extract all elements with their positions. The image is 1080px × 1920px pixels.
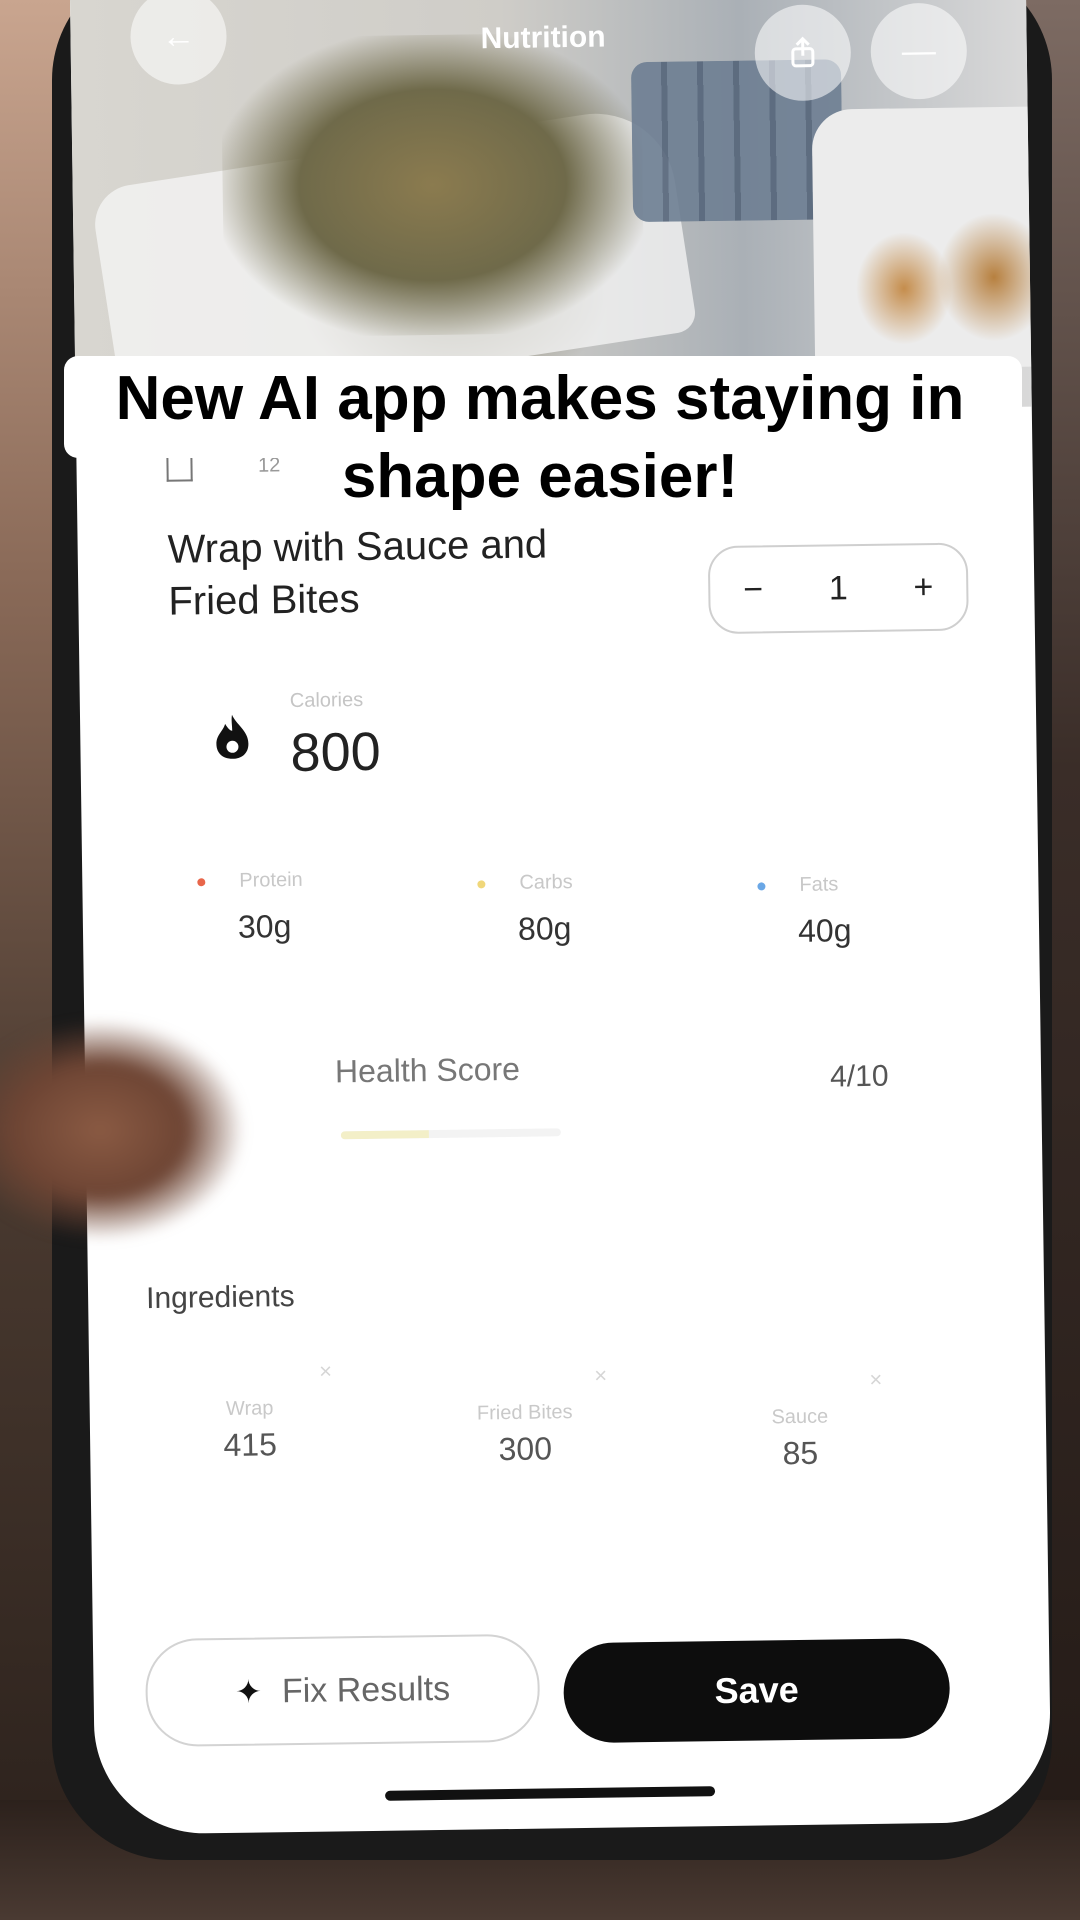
remove-ingredient-button[interactable]: × xyxy=(319,1358,332,1384)
ingredient-name: Wrap xyxy=(225,1397,274,1420)
carbs-dot xyxy=(477,879,486,888)
increment-button[interactable]: + xyxy=(913,568,933,607)
caption-line2: shape easier! xyxy=(341,442,739,511)
protein-dot xyxy=(197,877,206,886)
ingredients-title: Ingredients xyxy=(145,1279,295,1316)
macro-value: 30g xyxy=(237,908,292,945)
ingredient-calories: 85 xyxy=(782,1434,819,1472)
ingredient-item[interactable]: × Sauce 85 xyxy=(700,1367,901,1474)
fix-results-button[interactable]: ✦ Fix Results xyxy=(144,1633,541,1748)
macro-carbs: Carbs 80g xyxy=(477,871,573,948)
share-icon xyxy=(791,36,815,68)
caption-text: New AI app makes staying in shape easier… xyxy=(40,360,1040,516)
ingredient-name: Fried Bites xyxy=(476,1401,573,1425)
decrement-button[interactable]: − xyxy=(743,570,763,609)
meal-title-line2: Fried Bites xyxy=(168,577,360,624)
calories-label: Calories xyxy=(289,688,364,712)
macro-label: Carbs xyxy=(519,871,573,894)
minus-icon: — xyxy=(901,31,937,70)
flame-icon xyxy=(210,713,255,772)
remove-ingredient-button[interactable]: × xyxy=(594,1363,607,1389)
fix-results-label: Fix Results xyxy=(281,1669,451,1710)
calories-value: 800 xyxy=(290,721,382,783)
arrow-left-icon: ← xyxy=(161,16,196,56)
home-indicator[interactable] xyxy=(385,1786,716,1801)
quantity-value: 1 xyxy=(828,568,848,607)
macro-label: Fats xyxy=(799,873,839,896)
macro-fats: Fats 40g xyxy=(757,873,852,950)
health-score-bar xyxy=(340,1128,561,1140)
fats-dot xyxy=(757,881,766,890)
meal-title-line1: Wrap with Sauce and xyxy=(167,522,548,572)
macro-protein: Protein 30g xyxy=(197,869,303,946)
ingredient-calories: 300 xyxy=(498,1430,553,1468)
ingredient-name: Sauce xyxy=(771,1405,829,1429)
ingredient-item[interactable]: × Fried Bites 300 xyxy=(425,1363,626,1469)
macro-label: Protein xyxy=(239,868,303,892)
health-score-label: Health Score xyxy=(334,1050,521,1090)
meal-title: Wrap with Sauce and Fried Bites xyxy=(167,516,688,627)
caption-line1: New AI app makes staying in xyxy=(115,364,965,433)
page-title: Nutrition xyxy=(480,20,606,56)
sparkle-icon: ✦ xyxy=(234,1673,263,1710)
macro-value: 80g xyxy=(517,910,572,947)
photo-wrap xyxy=(220,32,645,338)
macro-value: 40g xyxy=(797,912,852,949)
ingredient-item[interactable]: × Wrap 415 xyxy=(150,1358,351,1465)
ingredient-calories: 415 xyxy=(223,1426,278,1463)
phone-screen: ← Nutrition — 12 Wrap with Sauce and Fri… xyxy=(70,0,1052,1835)
health-score-value: 4/10 xyxy=(829,1059,889,1094)
photo-fried-bites xyxy=(852,206,1052,370)
save-button[interactable]: Save xyxy=(562,1637,951,1744)
quantity-stepper: − 1 + xyxy=(707,542,969,635)
health-score-fill xyxy=(340,1130,429,1140)
remove-ingredient-button[interactable]: × xyxy=(869,1367,882,1393)
